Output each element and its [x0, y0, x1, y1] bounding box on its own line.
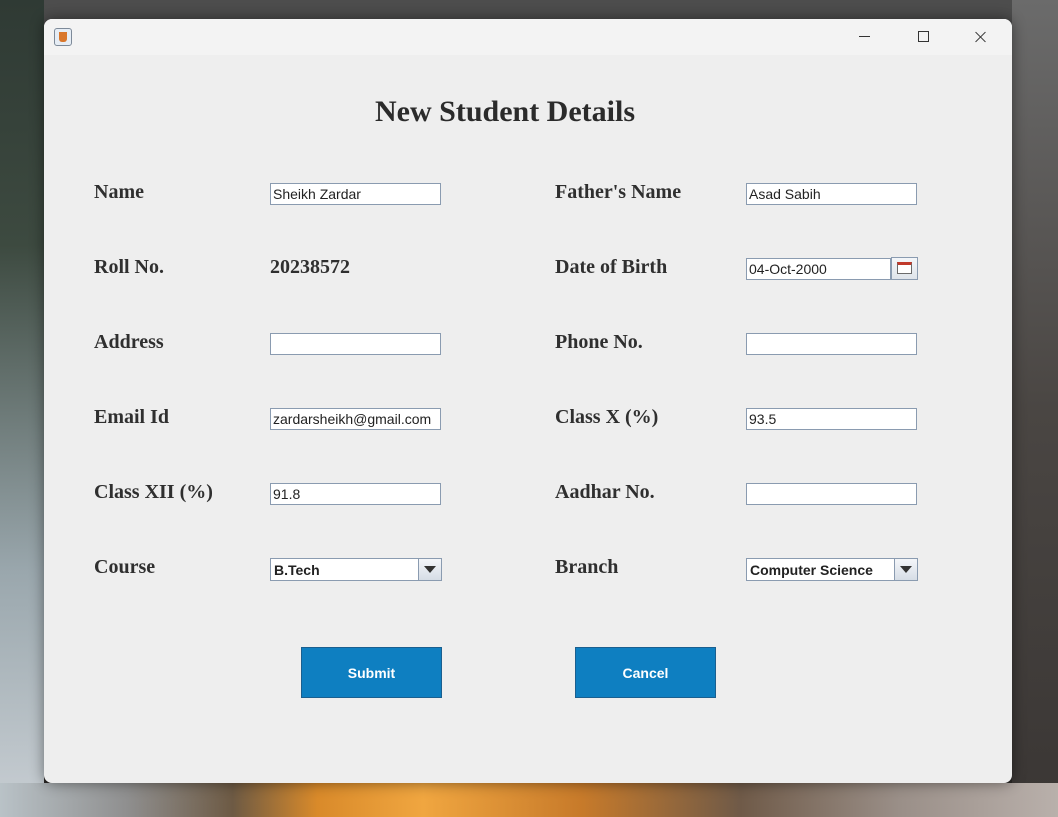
phone-label: Phone No.: [555, 331, 643, 353]
java-app-icon[interactable]: [54, 28, 72, 46]
name-label: Name: [94, 181, 144, 203]
roll-no-value: 20238572: [270, 256, 350, 278]
name-field[interactable]: [270, 183, 441, 205]
course-selected-value: B.Tech: [274, 562, 320, 578]
class-x-field[interactable]: [746, 408, 917, 430]
calendar-button[interactable]: [891, 257, 918, 280]
branch-selected-value: Computer Science: [750, 562, 873, 578]
chevron-down-icon[interactable]: [894, 559, 917, 580]
class-xii-label: Class XII (%): [94, 481, 213, 503]
address-label: Address: [94, 331, 164, 353]
father-name-label: Father's Name: [555, 181, 682, 203]
class-xii-field[interactable]: [270, 483, 441, 505]
dob-label: Date of Birth: [555, 256, 668, 278]
class-x-label: Class X (%): [555, 406, 659, 428]
chevron-down-icon[interactable]: [418, 559, 441, 580]
father-name-field[interactable]: [746, 183, 917, 205]
course-label: Course: [94, 556, 156, 578]
address-field[interactable]: [270, 333, 441, 355]
page-title: New Student Details: [375, 95, 635, 128]
dob-field[interactable]: [746, 258, 891, 280]
aadhar-field[interactable]: [746, 483, 917, 505]
calendar-icon: [897, 262, 912, 274]
desktop-background-left: [0, 0, 44, 817]
desktop-background-bottom: [0, 783, 1058, 817]
desktop-background-right: [1012, 0, 1058, 817]
title-bar[interactable]: [44, 19, 1012, 55]
phone-field[interactable]: [746, 333, 917, 355]
branch-label: Branch: [555, 556, 619, 578]
aadhar-label: Aadhar No.: [555, 481, 655, 503]
branch-select[interactable]: Computer Science: [746, 558, 918, 581]
email-field[interactable]: [270, 408, 441, 430]
minimize-icon[interactable]: [842, 19, 888, 55]
close-icon[interactable]: [958, 19, 1004, 55]
course-select[interactable]: B.Tech: [270, 558, 442, 581]
student-details-window: New Student Details Name Roll No. 202385…: [44, 19, 1012, 783]
cancel-button[interactable]: Cancel: [575, 647, 716, 698]
submit-button[interactable]: Submit: [301, 647, 442, 698]
roll-no-label: Roll No.: [94, 256, 164, 278]
email-label: Email Id: [94, 406, 170, 428]
maximize-icon[interactable]: [900, 19, 946, 55]
